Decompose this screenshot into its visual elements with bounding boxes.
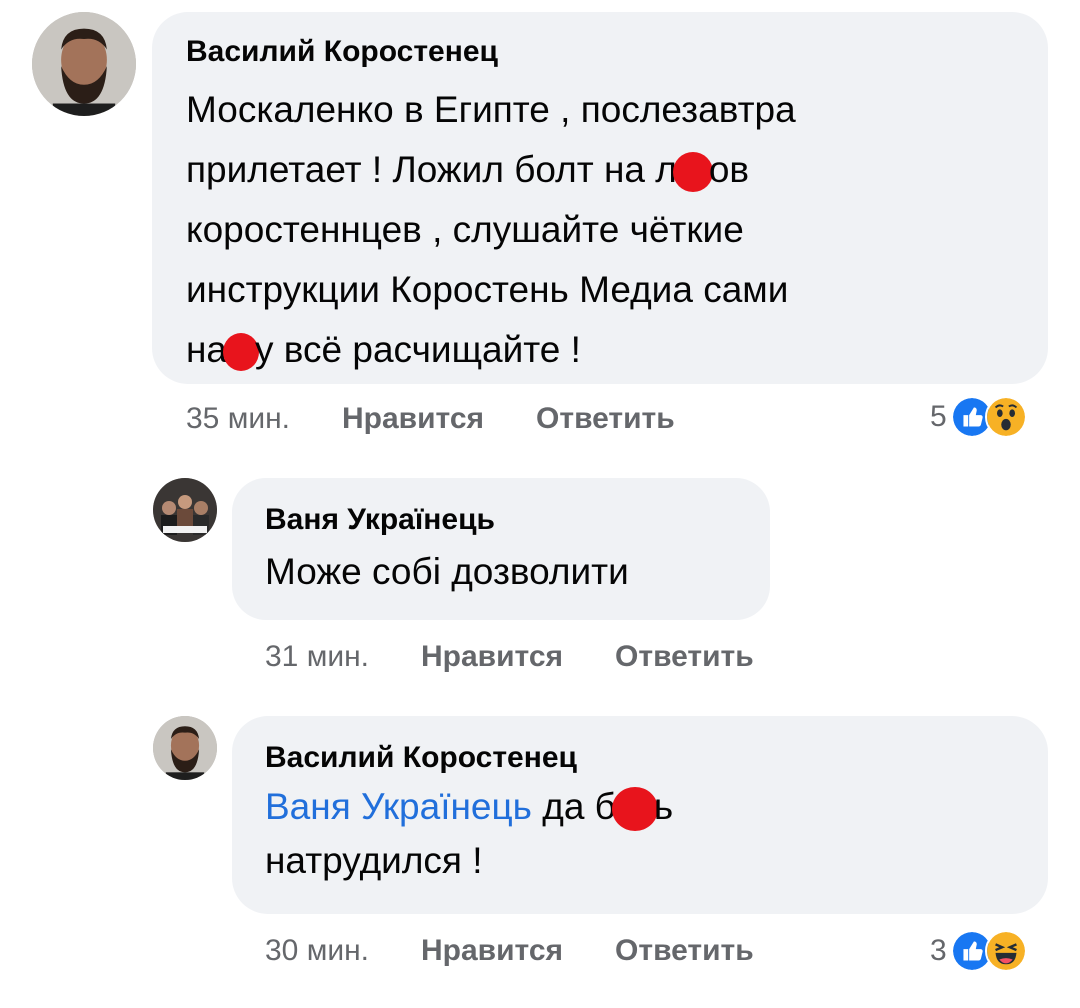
redaction-mark (672, 152, 713, 193)
haha-icon (984, 930, 1027, 972)
reply-button[interactable]: Ответить (536, 402, 675, 436)
comment-timestamp[interactable]: 30 мин. (265, 934, 369, 968)
comment-text: Москаленко в Египте , послезавтра прилет… (186, 80, 1048, 380)
comment-bubble: Василий Коростенец Ваня Українець да бь … (232, 716, 1048, 914)
redaction-mark (611, 787, 658, 832)
reply-button[interactable]: Ответить (615, 640, 754, 674)
mention-link[interactable]: Ваня Українець (265, 786, 532, 827)
comment-text: Ваня Українець да бь натрудился ! (265, 780, 1048, 888)
reaction-count: 3 (930, 934, 947, 967)
comment-actions: 35 мин. Нравится Ответить (186, 402, 675, 436)
avatar[interactable] (153, 478, 217, 542)
comment-bubble: Ваня Українець Може собі дозволити (232, 478, 770, 620)
comment-text: Може собі дозволити (265, 542, 770, 602)
avatar-man-bearded-icon (32, 12, 136, 116)
reply-button[interactable]: Ответить (615, 934, 754, 968)
comment-author[interactable]: Василий Коростенец (265, 740, 1048, 776)
like-button[interactable]: Нравится (342, 402, 484, 436)
comment-author[interactable]: Ваня Українець (265, 502, 770, 538)
comment-bubble: Василий Коростенец Москаленко в Египте ,… (152, 12, 1048, 384)
avatar-man-bearded-icon (153, 716, 217, 780)
like-button[interactable]: Нравится (421, 640, 563, 674)
comment-timestamp[interactable]: 35 мин. (186, 402, 290, 436)
comment-actions: 30 мин. Нравится Ответить (265, 934, 754, 968)
comment-line: прилетает ! Ложил болт на л ов (186, 140, 1048, 200)
reaction-count: 5 (930, 400, 947, 433)
comment-line: инструкции Коростень Медиа сами (186, 269, 789, 310)
avatar[interactable] (32, 12, 136, 116)
comment-line: натрудился ! (265, 840, 483, 881)
comment-author[interactable]: Василий Коростенец (186, 34, 1048, 70)
wow-icon (984, 396, 1027, 438)
like-button[interactable]: Нравится (421, 934, 563, 968)
comment-actions: 31 мин. Нравится Ответить (265, 640, 754, 674)
avatar[interactable] (153, 716, 217, 780)
comment-timestamp[interactable]: 31 мин. (265, 640, 369, 674)
avatar-group-photo-icon (153, 478, 217, 542)
redaction-mark (223, 333, 260, 372)
comment-line: на у всё расчищайте ! (186, 329, 581, 372)
comment-line: Ваня Українець да бь (265, 780, 1048, 834)
comment-line: коростеннцев , слушайте чёткие (186, 209, 744, 250)
reaction-summary[interactable]: 3 (930, 930, 1027, 972)
reaction-summary[interactable]: 5 (930, 396, 1027, 438)
comment-line: Москаленко в Египте , послезавтра (186, 89, 796, 130)
comment-line: Може собі дозволити (265, 551, 629, 592)
